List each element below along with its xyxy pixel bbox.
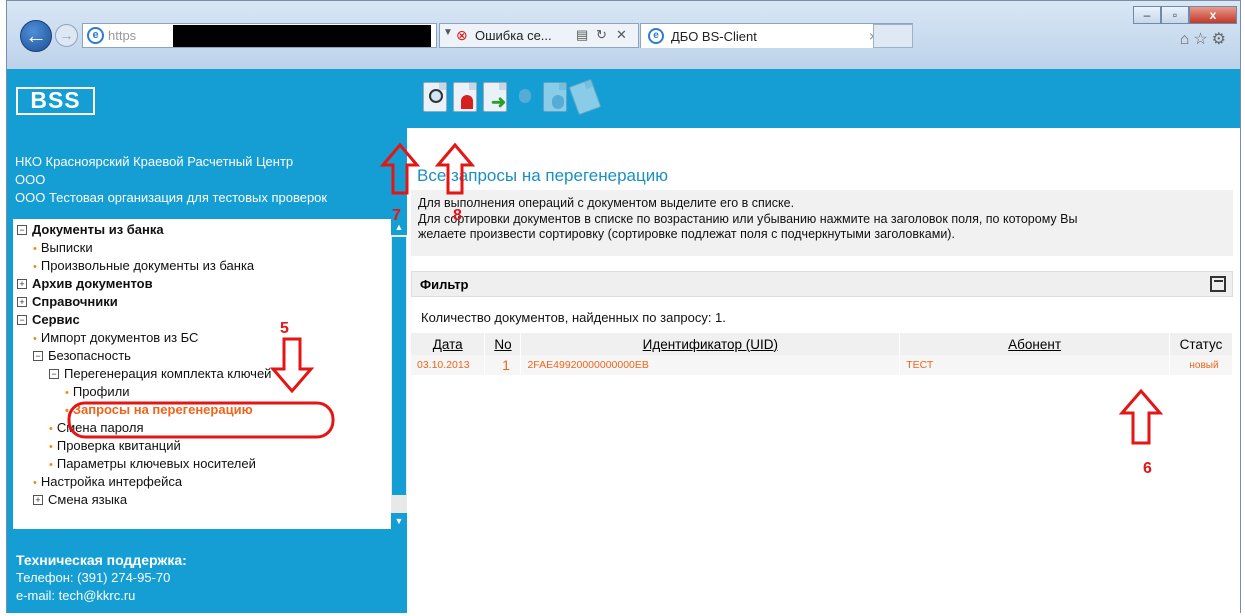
certificate-error-icon[interactable]: ⊗	[456, 27, 468, 44]
stop-icon[interactable]: ✕	[616, 27, 627, 43]
certificate-error-label[interactable]: Ошибка се...	[475, 28, 552, 43]
arrow-6-icon	[1118, 388, 1164, 445]
refresh-icon[interactable]: ↻	[596, 27, 607, 43]
tab-title: ДБО BS-Client	[671, 29, 757, 44]
ie-tab-icon: e	[648, 28, 664, 44]
star-icon[interactable]: ☆	[1193, 31, 1211, 48]
dropdown-icon[interactable]: ▼	[443, 27, 453, 38]
address-bar[interactable]: e https	[82, 23, 437, 48]
browser-chrome: ← → e https ▼ ⊗ Ошибка се... ▤ ↻ ✕ e ДБО…	[7, 1, 1240, 69]
callout-8: 8	[453, 207, 462, 224]
arrow-5-icon	[269, 337, 315, 394]
close-window-button[interactable]: x	[1189, 6, 1237, 24]
callout-5: 5	[280, 320, 289, 337]
callout-6: 6	[1143, 460, 1152, 477]
new-tab-button[interactable]	[873, 24, 913, 48]
address-protocol: https	[108, 28, 137, 43]
back-button[interactable]: ←	[20, 20, 52, 52]
app-content: BSS ➜ НКО Красноярский Краевой Расчетный…	[7, 69, 1240, 613]
address-tools: ▼ ⊗ Ошибка се... ▤ ↻ ✕	[439, 23, 639, 48]
arrow-8-icon	[434, 142, 476, 195]
arrow-7-icon	[379, 142, 421, 195]
callout-7: 7	[392, 207, 401, 224]
forward-button[interactable]: →	[55, 24, 78, 47]
highlight-ellipse	[67, 401, 335, 439]
browser-tools: ⌂☆⚙	[1180, 29, 1230, 49]
home-icon[interactable]: ⌂	[1180, 31, 1194, 48]
compat-icon[interactable]: ▤	[576, 27, 588, 43]
maximize-button[interactable]: ▫	[1161, 6, 1189, 24]
annotation-overlay	[67, 142, 1164, 445]
gear-icon[interactable]: ⚙	[1212, 31, 1230, 48]
ie-icon: e	[87, 27, 104, 44]
window-buttons: – ▫ x	[1133, 6, 1237, 26]
redacted-url	[173, 25, 431, 47]
browser-window: ← → e https ▼ ⊗ Ошибка се... ▤ ↻ ✕ e ДБО…	[6, 0, 1241, 613]
minimize-button[interactable]: –	[1133, 6, 1161, 24]
